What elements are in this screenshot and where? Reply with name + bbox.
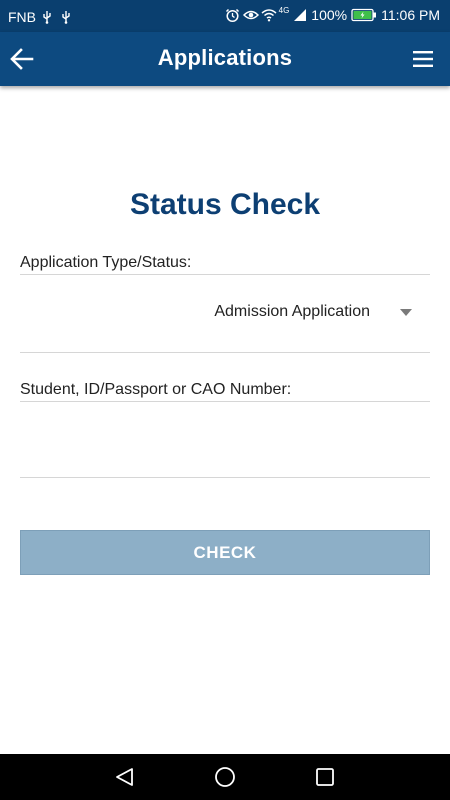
application-type-selected-value: Admission Application [214, 303, 370, 320]
alarm-icon [225, 8, 239, 23]
system-navigation-bar [0, 754, 450, 800]
divider [20, 401, 430, 402]
input-underline [20, 477, 430, 478]
eye-icon [242, 8, 259, 22]
student-id-input[interactable] [20, 404, 430, 474]
page-title: Status Check [129, 188, 321, 221]
nav-back-button[interactable] [113, 765, 137, 789]
menu-button[interactable] [412, 48, 434, 70]
divider [20, 274, 430, 275]
status-bar-left: FNB [8, 8, 74, 26]
back-triangle-icon [113, 768, 137, 793]
dropdown-arrow-icon [400, 309, 412, 316]
student-id-label: Student, ID/Passport or CAO Number: [20, 381, 292, 398]
nav-home-button[interactable] [213, 765, 237, 789]
check-button[interactable]: CHECK [20, 530, 430, 575]
application-type-label: Application Type/Status: [20, 254, 192, 271]
nav-recents-button[interactable] [313, 765, 337, 789]
battery-percent: 100% [311, 7, 348, 23]
network-type: 4G [278, 6, 290, 15]
clock: 11:06 PM [381, 7, 440, 23]
usb-icon [60, 10, 74, 24]
divider [20, 352, 430, 353]
status-bar: FNB 4G 100% 11:06 PM [0, 0, 450, 32]
battery-charging-icon [351, 8, 377, 22]
recents-square-icon [313, 768, 337, 793]
application-type-dropdown[interactable]: Admission Application [20, 292, 430, 334]
signal-icon [293, 8, 307, 22]
hamburger-menu-icon [412, 51, 434, 74]
carrier-name: FNB [8, 9, 36, 25]
home-circle-icon [213, 767, 237, 793]
usb-icon [41, 10, 55, 24]
app-title: Applications [157, 45, 293, 70]
status-bar-right: 4G 100% 11:06 PM [225, 6, 440, 24]
wifi-icon [261, 8, 277, 22]
app-bar: Applications [0, 32, 450, 86]
